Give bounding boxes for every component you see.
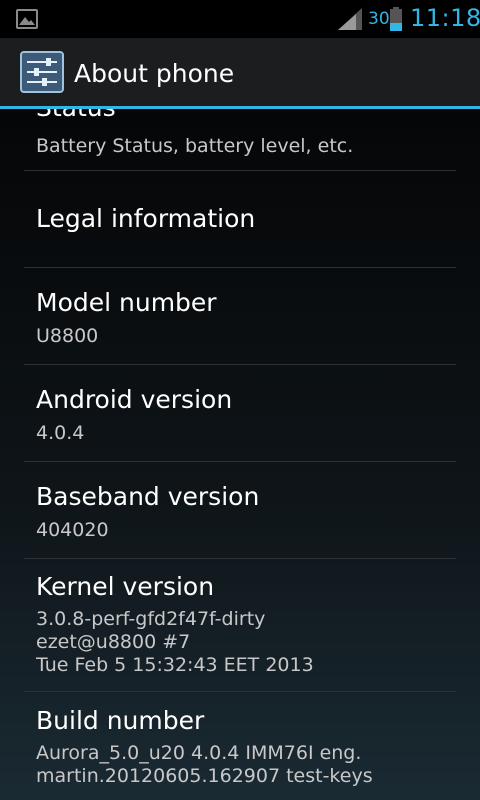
list-item-legal-information[interactable]: Legal information <box>24 171 456 268</box>
settings-list[interactable]: Status Battery Status, battery level, et… <box>0 109 480 800</box>
item-title: Baseband version <box>36 482 260 511</box>
signal-strength-icon <box>338 8 362 30</box>
list-item-build-number[interactable]: Build number Aurora_5.0_u20 4.0.4 IMM76I… <box>24 692 456 800</box>
battery-icon <box>390 7 402 31</box>
clock: 11:18 <box>410 4 480 32</box>
item-title: Build number <box>36 706 205 735</box>
list-item-android-version[interactable]: Android version 4.0.4 <box>24 365 456 462</box>
battery-percent: 30 <box>368 9 390 29</box>
list-item-baseband-version: Baseband version 404020 <box>24 462 456 559</box>
list-item-kernel-version: Kernel version 3.0.8-perf-gfd2f47f-dirty… <box>24 559 456 692</box>
item-summary: 3.0.8-perf-gfd2f47f-dirty ezet@u8800 #7 … <box>36 608 314 676</box>
item-summary: 4.0.4 <box>36 422 85 444</box>
item-title: Model number <box>36 288 217 317</box>
item-title: Legal information <box>36 204 256 233</box>
item-title: Kernel version <box>36 572 215 601</box>
item-title: Android version <box>36 385 233 414</box>
item-summary: 404020 <box>36 519 109 541</box>
action-bar: About phone <box>0 38 480 106</box>
item-summary: U8800 <box>36 325 99 347</box>
settings-app-icon[interactable] <box>20 51 64 93</box>
item-title: Status <box>36 109 116 122</box>
list-item-status[interactable]: Status Battery Status, battery level, et… <box>24 109 456 171</box>
item-summary: Battery Status, battery level, etc. <box>36 135 354 157</box>
page-title: About phone <box>74 59 235 88</box>
item-summary: Aurora_5.0_u20 4.0.4 IMM76I eng. martin.… <box>36 742 373 787</box>
status-bar: 30 11:18 <box>0 0 480 38</box>
picture-notification-icon <box>16 9 38 29</box>
list-item-model-number: Model number U8800 <box>24 268 456 365</box>
